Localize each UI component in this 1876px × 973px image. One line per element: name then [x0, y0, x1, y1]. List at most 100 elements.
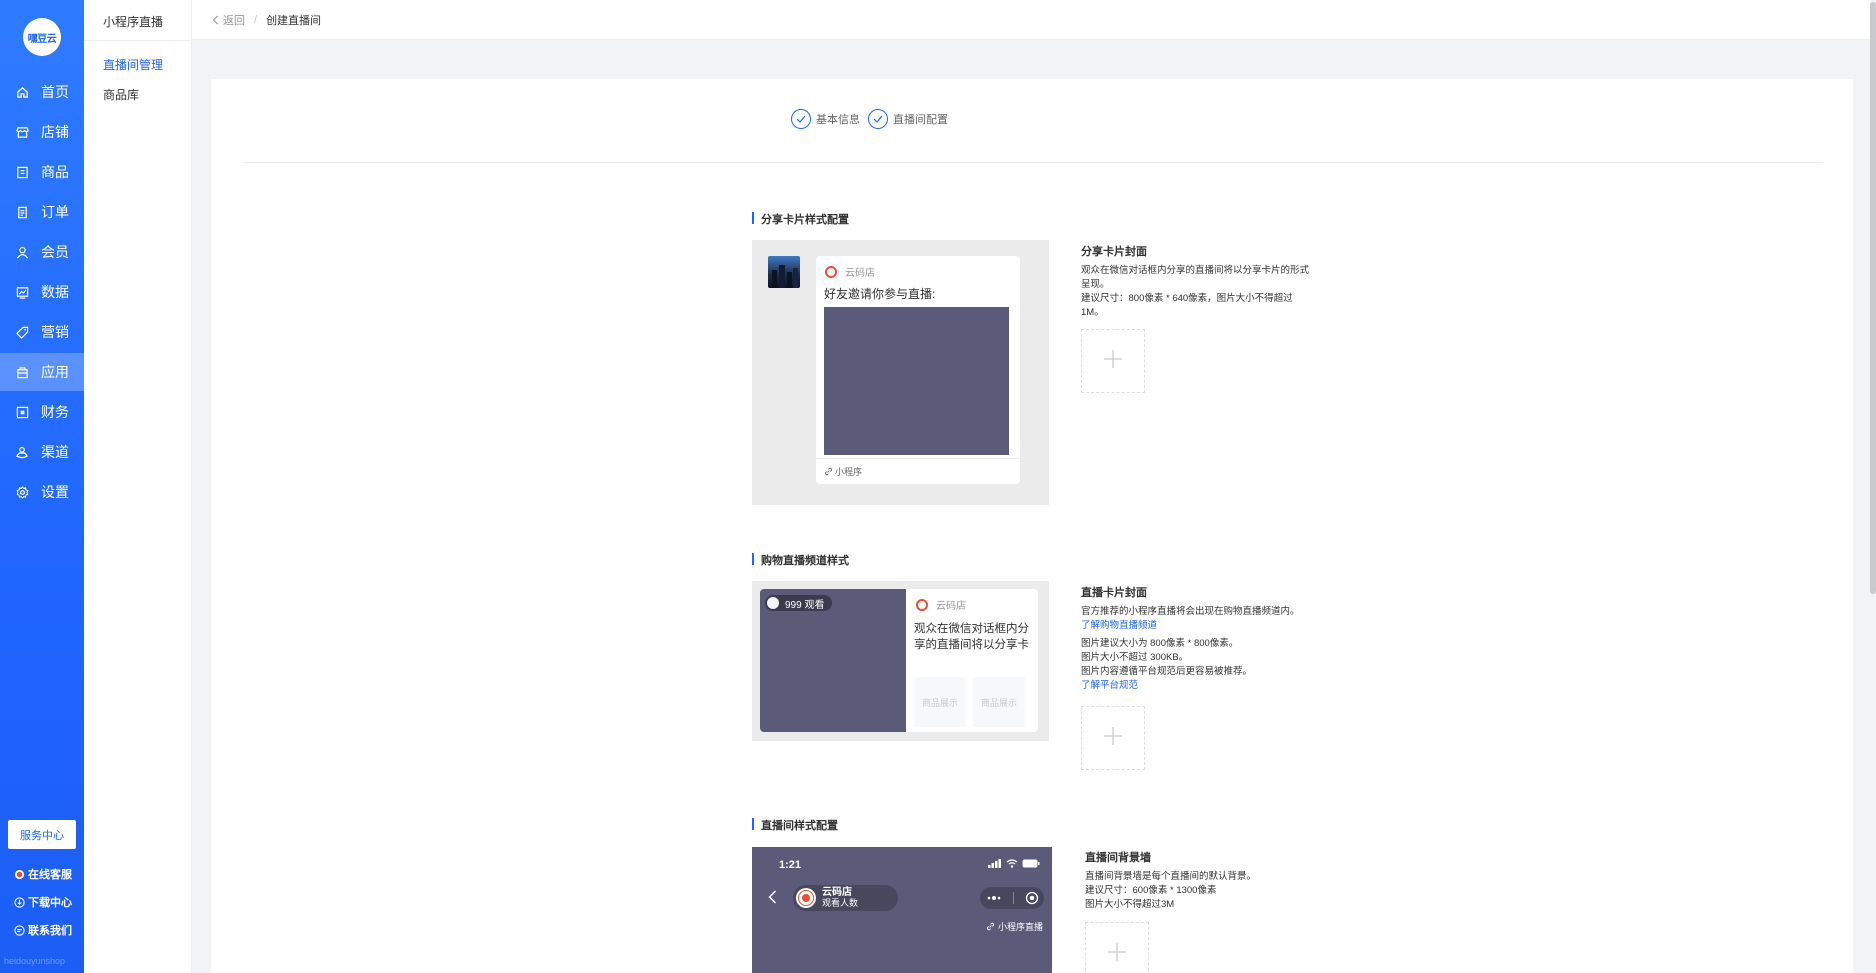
tag-icon	[15, 325, 29, 339]
background-wall-upload[interactable]	[1085, 922, 1149, 973]
step-label: 基本信息	[816, 114, 860, 126]
section-divider	[243, 162, 1823, 163]
channel-section-title: 购物直播频道样式	[752, 552, 849, 568]
chart-icon	[15, 285, 29, 299]
plus-icon	[1107, 942, 1127, 967]
scrollbar-thumb[interactable]	[1870, 2, 1876, 594]
desc-line: 图片大小不超过 300KB。	[1081, 652, 1189, 663]
room-preview: 1:21 云码店 观看人数 小程序直播	[752, 847, 1052, 973]
nav-item-label: 店铺	[41, 124, 69, 140]
order-icon	[15, 205, 29, 219]
nav-item-label: 营销	[41, 324, 69, 340]
user-icon	[15, 245, 29, 259]
link-icon	[986, 922, 995, 931]
learn-channel-link[interactable]: 了解购物直播频道	[1081, 619, 1341, 633]
nav-item-goods[interactable]: 商品	[0, 153, 84, 191]
nav-item-member[interactable]: 会员	[0, 233, 84, 271]
invite-text: 好友邀请你参与直播:	[824, 287, 936, 301]
shop-logo-icon	[825, 265, 837, 278]
back-link[interactable]: 返回	[212, 12, 245, 28]
background-wall-description: 直播间背景墙是每个直播间的默认背景。 建议尺寸：600像素 * 1300像素 图…	[1085, 870, 1335, 912]
online-service-link[interactable]: 在线客服	[14, 866, 72, 882]
secondary-nav: 小程序直播 直播间管理 商品库	[84, 0, 192, 973]
plus-icon	[1103, 349, 1123, 374]
contact-us-link[interactable]: 联系我们	[14, 922, 72, 938]
status-icons	[988, 859, 1040, 868]
desc-line: 建议尺寸：600像素 * 1300像素	[1085, 885, 1217, 896]
nav-item-label: 会员	[41, 244, 69, 260]
app-root: 嘿豆云 首页 店铺 商品 订单 会员 数据 营销 应用 财务 渠道 设置 服务中…	[0, 0, 1876, 973]
scrollbar-track[interactable]	[1870, 0, 1876, 973]
capsule-menu	[980, 887, 1044, 909]
step-label: 直播间配置	[893, 114, 948, 126]
user-avatar	[768, 256, 800, 288]
channel-cover-placeholder: 999 观看	[760, 589, 906, 732]
share-cover-description: 观众在微信对话框内分享的直播间将以分享卡片的形式 呈现。 建议尺寸：800像素 …	[1081, 264, 1331, 320]
shop-logo-icon	[916, 598, 928, 611]
nav-item-label: 数据	[41, 284, 69, 300]
live-cover-upload[interactable]	[1081, 706, 1145, 770]
contact-icon	[14, 924, 25, 936]
brand-logo[interactable]: 嘿豆云	[23, 18, 61, 56]
nav-item-finance[interactable]: 财务	[0, 393, 84, 431]
mini-program-tag: 小程序	[824, 465, 862, 478]
brand-logo-text: 嘿豆云	[27, 33, 57, 45]
viewer-count: 999 观看	[785, 599, 825, 611]
background-wall-title: 直播间背景墙	[1085, 852, 1151, 864]
breadcrumb-current: 创建直播间	[266, 14, 322, 27]
nav-item-channel[interactable]: 渠道	[0, 433, 84, 471]
nav-item-data[interactable]: 数据	[0, 273, 84, 311]
nav-item-order[interactable]: 订单	[0, 193, 84, 231]
plus-icon	[1103, 726, 1123, 751]
share-cover-upload[interactable]	[1081, 329, 1145, 393]
goods-thumb: 商品展示	[973, 677, 1025, 727]
nav-item-label: 商品	[41, 164, 69, 180]
signal-icon	[988, 859, 1002, 868]
share-cover-placeholder	[824, 307, 1009, 455]
nav-item-label: 应用	[41, 364, 69, 380]
back-arrow-icon[interactable]	[768, 890, 777, 909]
download-center-link[interactable]: 下载中心	[14, 894, 72, 910]
contact-us-label: 联系我们	[28, 925, 72, 937]
host-viewers-label: 观看人数	[822, 898, 859, 908]
close-target-icon[interactable]	[1025, 891, 1039, 905]
check-icon	[791, 109, 811, 129]
store-icon	[15, 125, 29, 139]
nav-item-home[interactable]: 首页	[0, 73, 84, 111]
step-indicator: 基本信息 直播间配置	[791, 109, 956, 129]
mini-program-live-tag: 小程序直播	[986, 920, 1043, 933]
desc-line: 官方推荐的小程序直播将会出现在购物直播频道内。	[1081, 606, 1300, 617]
shop-name: 云码店	[936, 601, 966, 612]
online-service-label: 在线客服	[28, 869, 72, 881]
check-icon	[868, 109, 888, 129]
room-style-section-title: 直播间样式配置	[752, 817, 838, 833]
status-time: 1:21	[779, 859, 802, 871]
learn-rules-link[interactable]: 了解平台规范	[1081, 679, 1341, 693]
desc-line: 建议尺寸：800像素 * 640像素，图片大小不得超过	[1081, 293, 1293, 304]
share-cover-title: 分享卡片封面	[1081, 246, 1147, 258]
service-center-button[interactable]: 服务中心	[8, 820, 76, 849]
subnav-item-room-management[interactable]: 直播间管理	[103, 56, 163, 73]
nav-item-store[interactable]: 店铺	[0, 113, 84, 151]
share-card-preview: 云码店 好友邀请你参与直播: 小程序	[752, 240, 1049, 505]
viewer-count-badge: 999 观看	[765, 595, 833, 611]
nav-item-settings[interactable]: 设置	[0, 473, 84, 511]
bubble-divider	[816, 458, 1020, 459]
more-icon[interactable]	[986, 895, 1002, 901]
nav-item-label: 设置	[41, 484, 69, 500]
home-icon	[15, 85, 29, 99]
nav-item-apps[interactable]: 应用	[0, 353, 84, 391]
nav-item-label: 财务	[41, 404, 69, 420]
host-name: 云码店	[822, 887, 852, 898]
nav-item-label: 渠道	[41, 444, 69, 460]
subnav-item-goods-library[interactable]: 商品库	[103, 86, 139, 103]
nav-item-marketing[interactable]: 营销	[0, 313, 84, 351]
nav-item-label: 首页	[41, 84, 69, 100]
desc-line: 1M。	[1081, 307, 1104, 318]
desc-line: 图片建议大小为 800像素 * 800像素。	[1081, 638, 1239, 649]
channel-info-panel: 云码店 观众在微信对话框内分享的直播间将以分享卡 商品展示 商品展示	[906, 589, 1038, 732]
download-center-label: 下载中心	[28, 897, 72, 909]
channel-card-preview: 999 观看 云码店 观众在微信对话框内分享的直播间将以分享卡 商品展示 商品展…	[752, 581, 1049, 741]
desc-line: 图片大小不得超过3M	[1085, 899, 1175, 910]
chevron-left-icon	[212, 15, 219, 25]
